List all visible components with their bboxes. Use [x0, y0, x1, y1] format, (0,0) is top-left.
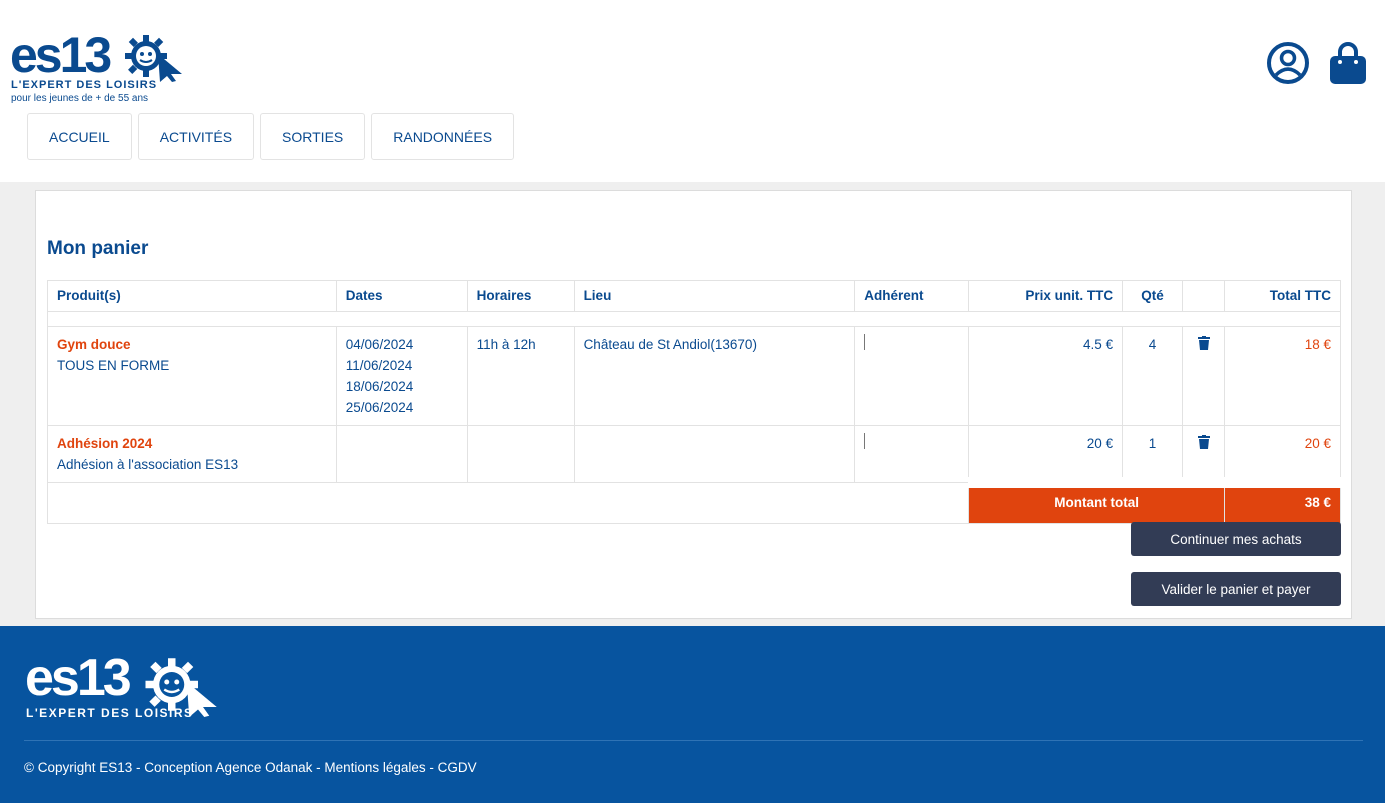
site-logo[interactable]: es13 L'EXPERT DES LOISIRS pour les jeune…	[10, 27, 190, 108]
col-header-member: Adhérent	[854, 280, 970, 312]
product-name[interactable]: Adhésion 2024	[57, 433, 327, 454]
gear-cursor-icon	[125, 35, 182, 82]
total-label: Montant total	[968, 477, 1226, 524]
qty-cell: 4	[1122, 326, 1184, 426]
table-row: Gym douce TOUS EN FORME 04/06/2024 11/06…	[47, 326, 1341, 426]
footer-logo[interactable]: es13 L'EXPERT DES LOISIRS	[25, 649, 225, 724]
table-spacer	[47, 311, 1341, 327]
page-title: Mon panier	[47, 238, 149, 259]
footer-logo-tagline: L'EXPERT DES LOISIRS	[26, 706, 194, 720]
date-item: 25/06/2024	[345, 400, 414, 415]
trash-icon[interactable]	[1197, 336, 1210, 350]
col-header-place: Lieu	[573, 280, 856, 312]
footer-copyright: © Copyright ES13 - Conception Agence Oda…	[24, 760, 477, 775]
nav-item-accueil[interactable]: ACCUEIL	[27, 113, 132, 160]
col-header-total: Total TTC	[1224, 280, 1341, 312]
member-select[interactable]	[864, 334, 866, 350]
hours-cell: 11h à 12h	[466, 326, 575, 426]
logo-subtitle: pour les jeunes de + de 55 ans	[11, 93, 149, 104]
main-nav: ACCUEIL ACTIVITÉS SORTIES RANDONNÉES	[27, 113, 515, 160]
nav-item-randonnees[interactable]: RANDONNÉES	[371, 113, 515, 160]
place-cell: Château de St Andiol(13670)	[573, 326, 856, 426]
trash-icon[interactable]	[1197, 435, 1210, 449]
date-item: 11/06/2024	[345, 358, 413, 373]
total-value: 38 €	[1224, 477, 1341, 524]
col-header-dates: Dates	[335, 280, 468, 312]
unit-price-cell: 4.5 €	[968, 326, 1124, 426]
cart-table: Produit(s) Dates Horaires Lieu Adhérent …	[46, 280, 1341, 524]
nav-item-sorties[interactable]: SORTIES	[260, 113, 366, 160]
member-cell	[854, 425, 970, 483]
product-cell: Adhésion 2024 Adhésion à l'association E…	[47, 425, 337, 483]
continue-shopping-button[interactable]: Continuer mes achats	[1131, 522, 1341, 556]
member-select[interactable]	[864, 433, 866, 449]
cart-panel: Mon panier Produit(s) Dates Horaires Lie…	[35, 190, 1352, 619]
delete-cell	[1182, 425, 1226, 483]
nav-item-activites[interactable]: ACTIVITÉS	[137, 113, 255, 160]
product-cell: Gym douce TOUS EN FORME	[47, 326, 337, 426]
col-header-action	[1182, 280, 1226, 312]
logo-wordmark: es13	[10, 27, 112, 83]
row-total-cell: 20 €	[1224, 425, 1341, 483]
product-name[interactable]: Gym douce	[57, 334, 327, 355]
product-subtitle: Adhésion à l'association ES13	[57, 457, 239, 472]
footer-divider	[24, 740, 1363, 741]
total-row: Montant total 38 €	[46, 477, 1341, 524]
member-cell	[854, 326, 970, 426]
dates-cell	[335, 425, 468, 483]
col-header-qty: Qté	[1122, 280, 1184, 312]
hours-cell	[466, 425, 575, 483]
total-row-empty	[46, 482, 969, 524]
footer-logo-wordmark: es13	[25, 649, 132, 707]
user-circle-icon[interactable]	[1266, 41, 1310, 85]
col-header-product: Produit(s)	[47, 280, 337, 312]
col-header-hours: Horaires	[466, 280, 575, 312]
table-header-row: Produit(s) Dates Horaires Lieu Adhérent …	[47, 280, 1341, 312]
row-total-cell: 18 €	[1224, 326, 1341, 426]
logo-tagline: L'EXPERT DES LOISIRS	[11, 79, 158, 91]
product-subtitle: TOUS EN FORME	[57, 358, 170, 373]
site-footer: es13 L'EXPERT DES LOISIRS © Copyright ES…	[0, 626, 1385, 803]
site-header: es13 L'EXPERT DES LOISIRS pour les jeune…	[0, 0, 1385, 182]
delete-cell	[1182, 326, 1226, 426]
validate-and-pay-button[interactable]: Valider le panier et payer	[1131, 572, 1341, 606]
dates-cell: 04/06/2024 11/06/2024 18/06/2024 25/06/2…	[335, 326, 468, 426]
unit-price-cell: 20 €	[968, 425, 1124, 483]
date-item: 04/06/2024	[345, 337, 414, 352]
qty-cell: 1	[1122, 425, 1184, 483]
table-row: Adhésion 2024 Adhésion à l'association E…	[47, 425, 1341, 483]
col-header-unit-price: Prix unit. TTC	[968, 280, 1124, 312]
place-cell	[573, 425, 856, 483]
date-item: 18/06/2024	[345, 379, 414, 394]
shopping-bag-icon[interactable]	[1329, 41, 1367, 85]
